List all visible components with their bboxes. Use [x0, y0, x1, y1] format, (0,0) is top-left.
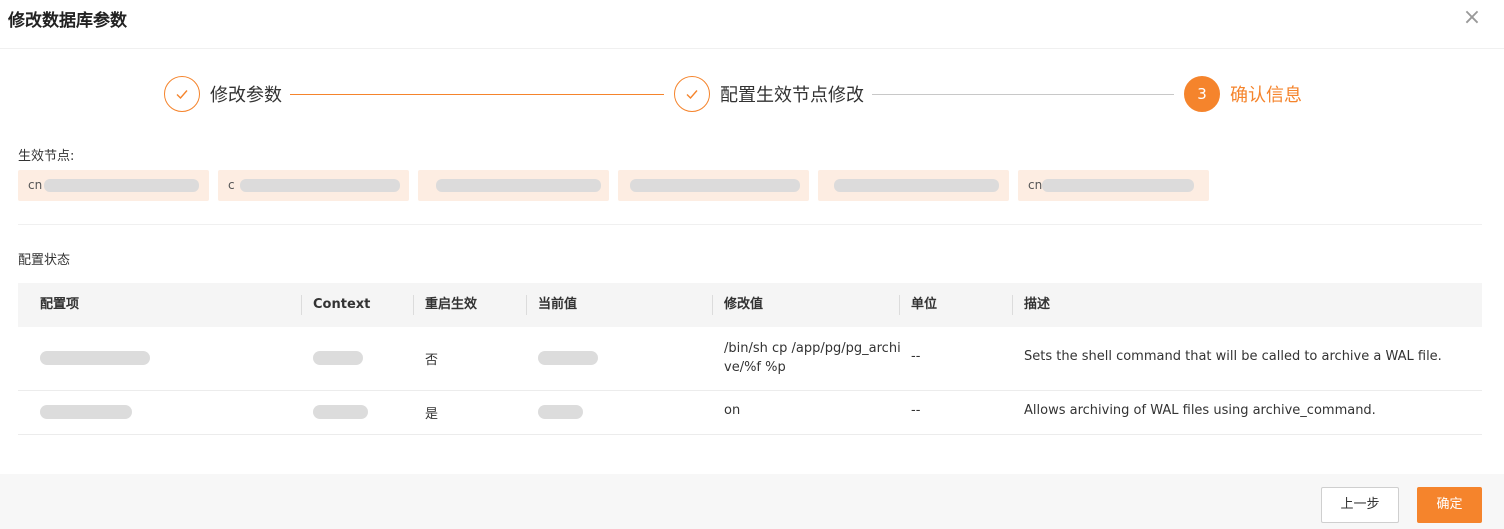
restart-value: 是	[425, 407, 439, 422]
effective-nodes-label: 生效节点:	[18, 149, 75, 164]
description-value: Sets the shell command that will be call…	[1024, 349, 1442, 364]
unit-value: --	[911, 403, 921, 418]
check-icon	[674, 76, 710, 112]
redacted-mask	[313, 351, 363, 365]
table-header: 配置项 Context 重启生效 当前值 修改值 单位 描述	[18, 283, 1482, 327]
node-chip	[418, 170, 609, 201]
column-header-context: Context	[313, 297, 371, 312]
table-row: 否 /bin/sh cp /app/pg/pg_archi ve/%f %p -…	[18, 327, 1482, 391]
column-header-unit: 单位	[911, 297, 938, 312]
column-separator	[526, 295, 527, 315]
step-1: 修改参数	[164, 76, 282, 112]
dialog-footer	[0, 474, 1504, 529]
step-1-label: 修改参数	[210, 85, 282, 106]
redacted-mask	[40, 405, 132, 419]
step-3: 3 确认信息	[1184, 76, 1302, 112]
column-header-current-value: 当前值	[538, 297, 578, 312]
unit-value: --	[911, 349, 921, 364]
step-2: 配置生效节点修改	[674, 76, 864, 112]
prev-step-button[interactable]: 上一步	[1321, 487, 1399, 523]
node-chip-text: c	[228, 178, 235, 192]
column-separator	[413, 295, 414, 315]
effective-nodes-list: cn c cn	[18, 170, 1209, 201]
redacted-mask	[1042, 179, 1194, 192]
node-chip	[818, 170, 1009, 201]
close-icon[interactable]: ×	[1460, 6, 1484, 30]
node-chip: c	[218, 170, 409, 201]
column-separator	[301, 295, 302, 315]
column-header-description: 描述	[1024, 297, 1051, 312]
step-connector-1	[290, 94, 664, 95]
new-value: on	[724, 403, 741, 418]
redacted-mask	[44, 179, 199, 192]
redacted-mask	[538, 405, 583, 419]
title-divider	[0, 48, 1504, 49]
dialog-title: 修改数据库参数	[8, 11, 127, 31]
section-divider	[18, 224, 1482, 225]
node-chip-text: cn	[28, 178, 43, 192]
step-2-label: 配置生效节点修改	[720, 85, 864, 106]
new-value-line: ve/%f %p	[724, 360, 786, 375]
redacted-mask	[630, 179, 800, 192]
column-separator	[1012, 295, 1013, 315]
node-chip	[618, 170, 809, 201]
new-value-line: /bin/sh cp /app/pg/pg_archi	[724, 341, 901, 356]
redacted-mask	[40, 351, 150, 365]
check-icon	[164, 76, 200, 112]
restart-value: 否	[425, 353, 439, 368]
step-connector-2	[872, 94, 1174, 95]
column-header-restart: 重启生效	[425, 297, 478, 312]
node-chip: cn	[1018, 170, 1209, 201]
config-status-label: 配置状态	[18, 253, 71, 268]
redacted-mask	[538, 351, 598, 365]
step-3-label: 确认信息	[1230, 85, 1302, 106]
redacted-mask	[313, 405, 368, 419]
redacted-mask	[834, 179, 999, 192]
column-separator	[899, 295, 900, 315]
column-header-new-value: 修改值	[724, 297, 764, 312]
table-row: 是 on -- Allows archiving of WAL files us…	[18, 391, 1482, 435]
node-chip-text: cn	[1028, 178, 1043, 192]
step-3-number: 3	[1184, 76, 1220, 112]
redacted-mask	[436, 179, 601, 192]
new-value: /bin/sh cp /app/pg/pg_archi ve/%f %p	[724, 339, 901, 377]
node-chip: cn	[18, 170, 209, 201]
config-table: 配置项 Context 重启生效 当前值 修改值 单位 描述 否 /bin/sh…	[18, 283, 1482, 435]
column-separator	[712, 295, 713, 315]
redacted-mask	[240, 179, 400, 192]
column-header-config-item: 配置项	[40, 297, 80, 312]
steps-progress: 修改参数 配置生效节点修改 3 确认信息	[164, 76, 1304, 112]
description-value: Allows archiving of WAL files using arch…	[1024, 403, 1376, 418]
confirm-button[interactable]: 确定	[1417, 487, 1482, 523]
